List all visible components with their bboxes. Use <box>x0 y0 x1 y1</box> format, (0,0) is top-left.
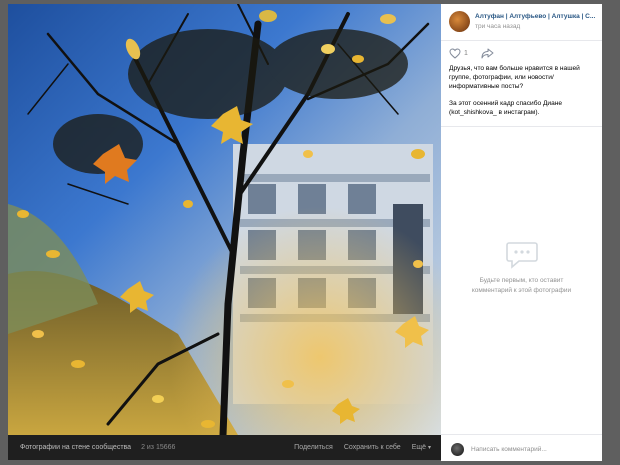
my-avatar <box>451 443 464 456</box>
autumn-puddle-photo[interactable] <box>8 4 441 435</box>
photo-footer-bar: Фотографии на стене сообщества 2 из 1566… <box>8 435 441 460</box>
photo-viewer: Фотографии на стене сообщества 2 из 1566… <box>8 4 602 461</box>
empty-comments-placeholder: Будьте первым, кто оставит комментарий к… <box>441 240 602 296</box>
album-link[interactable]: Фотографии на стене сообщества <box>20 444 131 451</box>
empty-comments-text: Будьте первым, кто оставит комментарий к… <box>471 277 572 294</box>
share-photo-button[interactable]: Поделиться <box>294 444 333 451</box>
post-description: Друзья, что вам больше нравится в нашей … <box>449 64 599 125</box>
share-button[interactable] <box>481 48 494 59</box>
reaction-row: 1 <box>449 46 494 60</box>
author-name-link[interactable]: Алтуфан | Алтуфьево | Алтушка | С... <box>475 13 597 20</box>
chevron-down-icon: ▾ <box>427 445 431 451</box>
heart-icon <box>449 47 461 59</box>
photo-image <box>8 4 441 435</box>
more-label: Ещё <box>411 444 427 451</box>
speech-bubble-icon <box>505 242 538 269</box>
author-header: Алтуфан | Алтуфьево | Алтушка | С... три… <box>441 4 602 41</box>
more-actions-button[interactable]: Ещё ▾ <box>412 444 431 451</box>
share-arrow-icon <box>481 48 494 58</box>
like-count: 1 <box>464 49 468 57</box>
post-text-thanks: За этот осенний кадр спасибо Диане (kot_… <box>449 100 563 116</box>
avatar[interactable] <box>449 11 470 32</box>
post-time[interactable]: три часа назад <box>475 23 520 30</box>
info-panel: Алтуфан | Алтуфьево | Алтушка | С... три… <box>441 4 602 461</box>
comment-bar <box>441 434 602 461</box>
like-button[interactable]: 1 <box>449 47 468 59</box>
divider <box>441 126 602 127</box>
post-text-question: Друзья, что вам больше нравится в нашей … <box>449 65 580 90</box>
comment-input[interactable] <box>471 442 595 456</box>
save-photo-button[interactable]: Сохранить к себе <box>344 444 401 451</box>
photo-counter: 2 из 15666 <box>141 444 176 451</box>
